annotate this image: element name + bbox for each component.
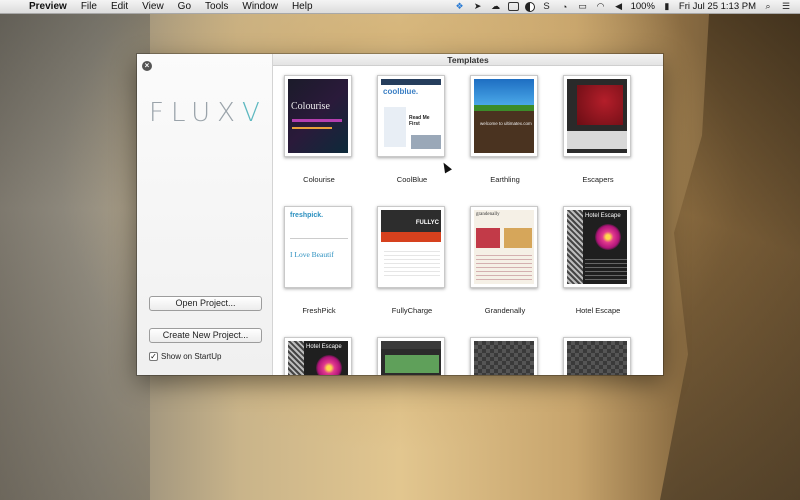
- template-thumbnail[interactable]: Hotel Escape: [284, 337, 352, 375]
- templates-panel: Templates Colourise Colourise coolblue. R…: [273, 54, 663, 375]
- arrow-icon[interactable]: ➤: [472, 1, 484, 12]
- template-thumbnail[interactable]: FULLYC: [377, 206, 445, 288]
- template-label: Colourise: [303, 175, 335, 184]
- template-tile-freshpick[interactable]: freshpick. I Love Beautif FreshPick: [284, 206, 354, 315]
- close-icon[interactable]: ×: [142, 61, 152, 71]
- create-new-project-button[interactable]: Create New Project...: [149, 328, 262, 343]
- halfmoon-icon[interactable]: [524, 1, 535, 12]
- sidebar: × FLUXV Open Project... Create New Proje…: [137, 54, 273, 375]
- template-thumbnail[interactable]: Hotel Escape: [563, 206, 631, 288]
- thumb-freshpick-heading: freshpick.: [290, 212, 324, 219]
- volume-icon[interactable]: ◀: [613, 1, 625, 12]
- open-project-button[interactable]: Open Project...: [149, 296, 262, 311]
- s-status[interactable]: S: [541, 1, 553, 12]
- clock-icon[interactable]: ◔: [559, 2, 571, 12]
- template-label: FreshPick: [302, 306, 336, 315]
- desktop-rock-right: [660, 14, 800, 500]
- dropbox-icon[interactable]: ❖: [454, 1, 466, 12]
- template-tile-grandenally[interactable]: grandenally Grandenally: [470, 206, 540, 315]
- thumb-freshpick-hero: I Love Beautif: [290, 250, 334, 259]
- menu-app-name[interactable]: Preview: [22, 0, 74, 14]
- template-thumbnail[interactable]: freshpick. I Love Beautif: [284, 206, 352, 288]
- startup-checkbox[interactable]: ✓: [149, 352, 158, 361]
- template-tile-fullycharge[interactable]: FULLYC FullyCharge: [377, 206, 447, 315]
- thumb-hotel-heading: Hotel Escape: [585, 213, 621, 219]
- fluxv-welcome-window: × FLUXV Open Project... Create New Proje…: [137, 54, 663, 375]
- thumb-coolblue-heading: coolblue.: [383, 87, 419, 96]
- template-thumbnail[interactable]: Colourise: [284, 75, 352, 157]
- menu-edit[interactable]: Edit: [104, 0, 135, 14]
- template-tile-coolblue[interactable]: coolblue. Read Me First CoolBlue: [377, 75, 447, 184]
- menu-window[interactable]: Window: [235, 0, 285, 14]
- thumb-grandenally-heading: grandenally: [476, 212, 500, 217]
- template-thumbnail[interactable]: [470, 337, 538, 375]
- cloud-icon[interactable]: ☁: [490, 1, 502, 12]
- app-logo: FLUXV: [149, 98, 269, 128]
- template-tile-row3-1[interactable]: Hotel Escape: [284, 337, 354, 375]
- template-tile-row3-3[interactable]: [470, 337, 540, 375]
- startup-label: Show on StartUp: [161, 352, 222, 361]
- template-tile-hotel-escape[interactable]: Hotel Escape Hotel Escape: [563, 206, 633, 315]
- battery-icon[interactable]: ▮: [661, 1, 673, 12]
- menu-help[interactable]: Help: [285, 0, 320, 14]
- template-label: CoolBlue: [396, 175, 428, 184]
- thumb-fullycharge-heading: FULLYC: [415, 220, 439, 226]
- thumb-colourise-heading: Colourise: [291, 101, 330, 112]
- clock-datetime[interactable]: Fri Jul 25 1:13 PM: [679, 1, 756, 12]
- templates-title: Templates: [273, 54, 663, 66]
- status-area: ❖ ➤ ☁ S ◔ ▭ ◠ ◀ 100% ▮ Fri Jul 25 1:13 P…: [454, 1, 800, 12]
- template-thumbnail[interactable]: [563, 337, 631, 375]
- menu-view[interactable]: View: [135, 0, 171, 14]
- template-label: FullyCharge: [391, 306, 433, 315]
- template-label: Hotel Escape: [575, 306, 621, 315]
- wifi-icon[interactable]: ◠: [595, 1, 607, 12]
- battery-percent[interactable]: 100%: [631, 1, 655, 12]
- template-label: Grandenally: [484, 306, 526, 315]
- template-thumbnail[interactable]: [563, 75, 631, 157]
- template-tile-escapers[interactable]: Escapers: [563, 75, 633, 184]
- menu-tools[interactable]: Tools: [198, 0, 235, 14]
- airplay-icon[interactable]: ▭: [577, 1, 589, 12]
- grid-icon[interactable]: [507, 2, 519, 11]
- template-label: Escapers: [582, 175, 614, 184]
- spotlight-search-icon[interactable]: ⌕: [762, 1, 774, 12]
- template-tile-row3-2[interactable]: [377, 337, 447, 375]
- logo-accent: V: [242, 98, 267, 128]
- logo-text: FLUX: [149, 98, 242, 128]
- template-thumbnail[interactable]: [377, 337, 445, 375]
- menu-bar: Preview File Edit View Go Tools Window H…: [0, 0, 800, 14]
- template-tile-earthling[interactable]: welcome to ultimatex.com Earthling: [470, 75, 540, 184]
- template-thumbnail[interactable]: grandenally: [470, 206, 538, 288]
- template-tile-colourise[interactable]: Colourise Colourise: [284, 75, 354, 184]
- thumb-earthling-text: welcome to ultimatex.com: [480, 121, 532, 126]
- thumb-hotel-heading: Hotel Escape: [306, 344, 342, 350]
- menu-file[interactable]: File: [74, 0, 104, 14]
- thumb-coolblue-subheading: Read Me First: [409, 115, 430, 127]
- template-label: Earthling: [490, 175, 520, 184]
- show-on-startup[interactable]: ✓ Show on StartUp: [149, 352, 221, 361]
- menu-go[interactable]: Go: [171, 0, 198, 14]
- template-tile-row3-4[interactable]: [563, 337, 633, 375]
- template-thumbnail[interactable]: welcome to ultimatex.com: [470, 75, 538, 157]
- template-thumbnail[interactable]: coolblue. Read Me First: [377, 75, 445, 157]
- desktop-rock-left: [0, 14, 150, 500]
- notification-list-icon[interactable]: ☰: [780, 1, 792, 12]
